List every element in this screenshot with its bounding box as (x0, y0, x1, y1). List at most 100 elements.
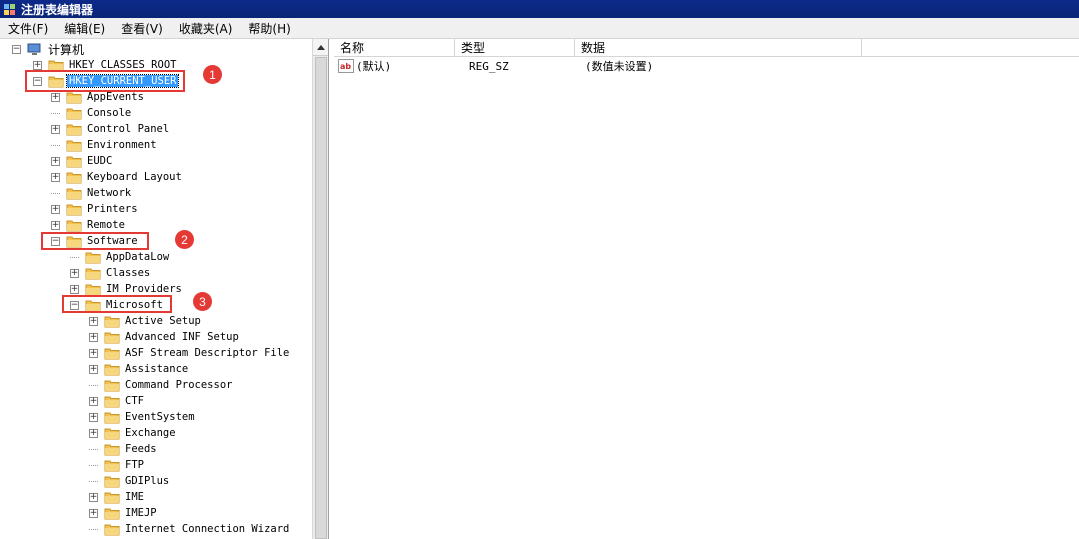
scroll-thumb[interactable] (315, 57, 327, 539)
expand-icon[interactable]: + (89, 508, 98, 518)
folder-icon (66, 188, 82, 199)
folder-icon (104, 476, 120, 487)
tree-item[interactable]: + Advanced INF Setup (89, 329, 241, 345)
column-header-type[interactable]: 类型 (455, 39, 575, 56)
expand-icon[interactable]: + (89, 428, 98, 438)
tree-item-label: Internet Connection Wizard (125, 523, 290, 535)
tree-item-label: Control Panel (87, 123, 170, 135)
tree-item-label: FTP (125, 459, 144, 471)
menu-edit[interactable]: 编辑(E) (56, 20, 113, 37)
tree-item-label: Command Processor (125, 379, 233, 391)
expand-icon[interactable]: + (51, 124, 60, 134)
tree-connector (89, 440, 98, 450)
tree-connector (89, 456, 98, 466)
expand-icon[interactable]: + (89, 492, 98, 502)
tree-item-label: Printers (87, 203, 138, 215)
tree-item-label: Remote (87, 219, 125, 231)
menu-file[interactable]: 文件(F) (0, 20, 56, 37)
folder-icon (104, 380, 120, 391)
tree-item[interactable]: + Keyboard Layout (51, 169, 184, 185)
expand-icon[interactable]: + (89, 316, 98, 326)
column-header-filler (862, 39, 1079, 56)
tree-item[interactable]: + Printers (51, 201, 140, 217)
expand-icon[interactable]: + (51, 172, 60, 182)
expand-icon[interactable]: + (33, 60, 42, 70)
expand-icon[interactable]: + (51, 220, 60, 230)
folder-icon (104, 444, 120, 455)
tree-item[interactable]: + CTF (89, 393, 146, 409)
expand-icon[interactable]: + (51, 156, 60, 166)
list-row[interactable]: ab (默认) REG_SZ (数值未设置) (334, 57, 1079, 75)
tree-item[interactable]: + Classes (70, 265, 152, 281)
tree-item-label: AppEvents (87, 91, 144, 103)
svg-text:ab: ab (340, 62, 351, 71)
folder-icon (104, 316, 120, 327)
tree-item[interactable]: Environment (51, 137, 159, 153)
menu-bar: 文件(F) 编辑(E) 查看(V) 收藏夹(A) 帮助(H) (0, 18, 1079, 39)
value-list-pane[interactable]: 名称 类型 数据 ab (默认) REG_SZ (数值未设置) (334, 39, 1079, 539)
tree-item[interactable]: + IMEJP (89, 505, 159, 521)
title-bar: 注册表编辑器 (0, 0, 1079, 18)
folder-icon (66, 92, 82, 103)
expand-icon[interactable]: + (89, 348, 98, 358)
value-name: (默认) (356, 60, 392, 73)
tree-item[interactable]: Feeds (89, 441, 159, 457)
expand-icon[interactable]: + (70, 268, 79, 278)
menu-view[interactable]: 查看(V) (113, 20, 171, 37)
tree-item[interactable]: + ASF Stream Descriptor File (89, 345, 291, 361)
tree-root-label: 计算机 (48, 42, 85, 57)
tree-item[interactable]: Internet Connection Wizard (89, 521, 291, 537)
expand-icon[interactable]: + (51, 204, 60, 214)
tree-item[interactable]: + Active Setup (89, 313, 203, 329)
folder-icon (104, 396, 120, 407)
column-header-data[interactable]: 数据 (575, 39, 862, 56)
expand-icon[interactable]: + (89, 364, 98, 374)
expand-icon[interactable]: + (89, 396, 98, 406)
tree-item[interactable]: FTP (89, 457, 146, 473)
registry-tree-pane[interactable]: − 计算机 + HKEY_CLASSES_ROOT − HKEY_CURRENT_US… (0, 39, 329, 539)
tree-connector (89, 472, 98, 482)
folder-icon (104, 492, 120, 503)
tree-item-label: IMEJP (125, 507, 157, 519)
tree-item[interactable]: + IME (89, 489, 146, 505)
window-title: 注册表编辑器 (21, 2, 94, 17)
tree-connector (89, 520, 98, 530)
tree-item[interactable]: + Control Panel (51, 121, 171, 137)
tree-item[interactable]: + EventSystem (89, 409, 197, 425)
tree-item[interactable]: Command Processor (89, 377, 234, 393)
tree-item[interactable]: + Assistance (89, 361, 190, 377)
tree-connector (89, 376, 98, 386)
tree-item-label: AppDataLow (106, 251, 170, 263)
tree-item[interactable]: + Remote (51, 217, 127, 233)
column-header-name[interactable]: 名称 (334, 39, 455, 56)
tree-item-label: CTF (125, 395, 144, 407)
tree-root-row[interactable]: − 计算机 (12, 41, 86, 57)
expand-icon[interactable]: + (89, 332, 98, 342)
value-data: (数值未设置) (585, 60, 654, 73)
folder-icon (66, 140, 82, 151)
folder-icon (66, 220, 82, 231)
folder-icon (85, 284, 101, 295)
tree-item[interactable]: + EUDC (51, 153, 114, 169)
tree-item-label: GDIPlus (125, 475, 170, 487)
folder-icon (104, 428, 120, 439)
collapse-icon[interactable]: − (12, 44, 21, 54)
scroll-up-arrow-icon[interactable] (313, 39, 328, 56)
tree-item[interactable]: AppDataLow (70, 249, 171, 265)
tree-item[interactable]: GDIPlus (89, 473, 171, 489)
tree-item[interactable]: Network (51, 185, 133, 201)
folder-icon (104, 508, 120, 519)
tree-item[interactable]: Console (51, 105, 133, 121)
tree-connector (51, 104, 60, 114)
computer-icon (27, 43, 41, 55)
expand-icon[interactable]: + (89, 412, 98, 422)
menu-help[interactable]: 帮助(H) (240, 20, 298, 37)
tree-item-label: EUDC (87, 155, 113, 167)
expand-icon[interactable]: + (70, 284, 79, 294)
expand-icon[interactable]: + (51, 92, 60, 102)
menu-favorites[interactable]: 收藏夹(A) (171, 20, 241, 37)
folder-icon (104, 348, 120, 359)
tree-item[interactable]: + Exchange (89, 425, 178, 441)
tree-scrollbar[interactable] (312, 39, 328, 539)
tree-item-label: Exchange (125, 427, 176, 439)
